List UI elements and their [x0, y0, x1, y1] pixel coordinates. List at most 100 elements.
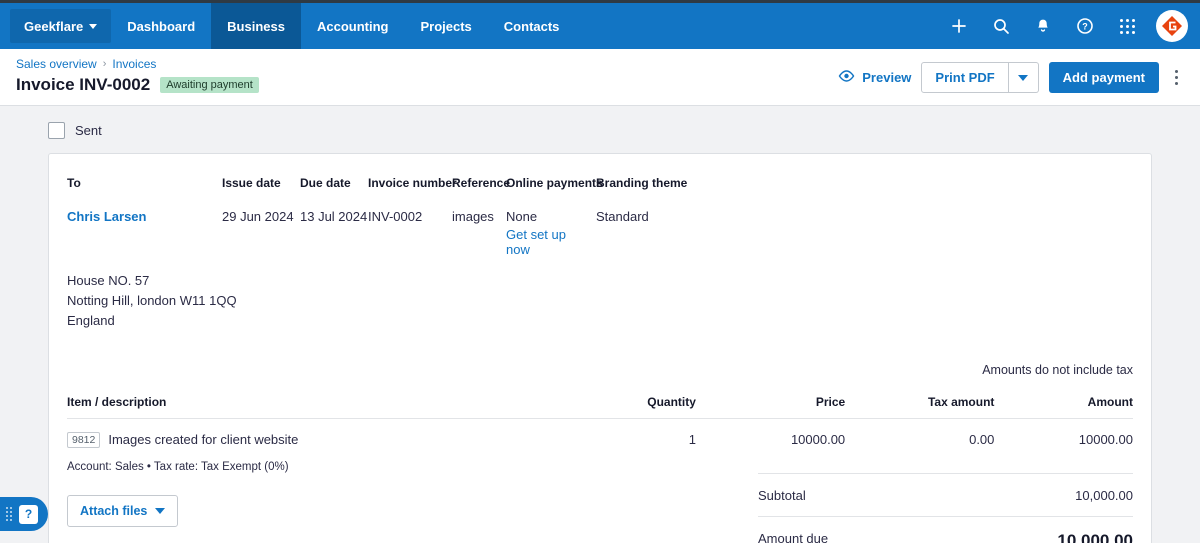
svg-text:?: ? [1082, 22, 1088, 32]
tax-note: Amounts do not include tax [982, 363, 1133, 378]
column-header-amount: Amount [994, 395, 1133, 420]
get-set-up-now-link[interactable]: Get set up now [506, 227, 582, 257]
subtotal-value: 10,000.00 [1075, 488, 1133, 504]
meta-invoice-number: Invoice number INV-0002 [368, 176, 457, 257]
line-items-table: Item / description Quantity Price Tax am… [67, 395, 1133, 473]
attach-files-area: Attach files [67, 473, 758, 543]
meta-head-online-payments: Online payments [506, 176, 603, 190]
customer-address: House NO. 57 Notting Hill, london W11 1Q… [67, 271, 1133, 331]
sent-checkbox[interactable] [48, 122, 65, 139]
item-account-tax-info: Account: Sales • Tax rate: Tax Exempt (0… [67, 461, 289, 474]
status-badge: Awaiting payment [160, 77, 259, 93]
sent-status-row: Sent [48, 106, 1152, 153]
nav-item-contacts[interactable]: Contacts [488, 3, 576, 49]
help-chat-icon: ? [19, 504, 38, 524]
table-header-row: Item / description Quantity Price Tax am… [67, 395, 1133, 420]
preview-label: Preview [862, 70, 912, 85]
table-row-sub: Account: Sales • Tax rate: Tax Exempt (0… [67, 448, 1133, 473]
chevron-down-icon [1018, 74, 1029, 81]
meta-head-to: To [67, 176, 81, 190]
preview-button[interactable]: Preview [838, 70, 911, 85]
due-date-value: 13 Jul 2024 [300, 209, 368, 224]
attach-files-label: Attach files [80, 504, 148, 519]
nav-label: Accounting [316, 18, 389, 34]
meta-head-invoice-number: Invoice number [368, 176, 457, 190]
customer-name-link[interactable]: Chris Larsen [67, 209, 208, 224]
drag-handle-icon[interactable] [6, 507, 12, 521]
invoice-meta: To Chris Larsen Issue date 29 Jun 2024 D… [67, 176, 1133, 257]
nav-label: Projects [420, 18, 472, 34]
meta-branding-theme: Branding theme Standard [596, 176, 701, 257]
item-quantity-cell: 1 [688, 432, 696, 448]
amount-due-row: Amount due 10,000.00 [758, 516, 1133, 543]
column-header-quantity: Quantity [557, 395, 696, 420]
breadcrumb-item-invoices[interactable]: Invoices [112, 57, 156, 71]
issue-date-value: 29 Jun 2024 [222, 209, 294, 224]
amount-due-label: Amount due [758, 531, 829, 543]
attach-files-button[interactable]: Attach files [67, 495, 179, 528]
notifications-bell-icon[interactable] [1024, 7, 1062, 45]
column-header-item: Item / description [67, 395, 558, 420]
item-price-cell: 10000.00 [790, 432, 846, 448]
subtotal-label: Subtotal [758, 488, 806, 504]
print-pdf-split-button: Print PDF [921, 62, 1039, 93]
subtotal-row: Subtotal 10,000.00 [758, 473, 1133, 516]
page-header: Sales overview › Invoices Invoice INV-00… [0, 49, 1200, 106]
online-payments-value: None [506, 209, 538, 224]
nav-item-business[interactable]: Business [211, 3, 301, 49]
invoice-card: To Chris Larsen Issue date 29 Jun 2024 D… [48, 153, 1152, 543]
page-content: Sent To Chris Larsen Issue date 29 Jun 2… [0, 106, 1200, 543]
branding-theme-value: Standard [596, 209, 649, 224]
meta-reference: Reference images [452, 176, 511, 257]
item-code-badge: 9812 [67, 432, 101, 449]
more-options-icon[interactable] [1169, 66, 1184, 89]
column-header-tax-amount: Tax amount [845, 395, 995, 420]
org-switcher-button[interactable]: Geekflare [10, 9, 112, 43]
print-pdf-dropdown-toggle[interactable] [1008, 62, 1039, 93]
breadcrumb-separator-icon: › [102, 58, 107, 70]
org-name-label: Geekflare [24, 18, 84, 34]
meta-issue-date: Issue date 29 Jun 2024 [222, 176, 300, 257]
nav-left-group: Geekflare Dashboard Business Accounting … [0, 3, 575, 49]
chevron-down-icon [155, 508, 166, 515]
meta-to: To Chris Larsen [67, 176, 222, 257]
geekflare-logo[interactable] [1156, 10, 1188, 42]
meta-due-date: Due date 13 Jul 2024 [300, 176, 368, 257]
nav-label: Business [227, 18, 285, 34]
breadcrumb-item-sales-overview[interactable]: Sales overview [16, 57, 97, 71]
totals-section: Attach files Subtotal 10,000.00 Amount d… [67, 473, 1133, 543]
eye-icon [838, 70, 855, 85]
item-amount-cell: 10000.00 [1078, 432, 1133, 448]
meta-head-reference: Reference [452, 176, 511, 190]
plus-icon[interactable] [940, 7, 978, 45]
nav-right-group: ? [940, 3, 1200, 49]
help-widget[interactable]: ? [0, 497, 48, 531]
nav-item-projects[interactable]: Projects [404, 3, 487, 49]
header-actions: Preview Print PDF Add payment [838, 62, 1184, 95]
print-pdf-button[interactable]: Print PDF [921, 62, 1009, 93]
search-icon[interactable] [982, 7, 1020, 45]
address-line-2: Notting Hill, london W11 1QQ [67, 293, 237, 309]
amount-due-value: 10,000.00 [1057, 531, 1133, 543]
help-icon[interactable]: ? [1066, 7, 1104, 45]
table-row[interactable]: 9812 Images created for client website 1 … [67, 419, 1133, 449]
meta-head-issue-date: Issue date [222, 176, 281, 190]
title-row: Invoice INV-0002 Awaiting payment [16, 75, 259, 95]
breadcrumb: Sales overview › Invoices [16, 57, 259, 71]
apps-grid-icon[interactable] [1108, 7, 1146, 45]
page-title: Invoice INV-0002 [16, 75, 151, 94]
totals-table: Subtotal 10,000.00 Amount due 10,000.00 [758, 473, 1133, 543]
meta-online-payments: Online payments None Get set up now [506, 176, 603, 257]
meta-head-due-date: Due date [300, 176, 351, 190]
nav-item-dashboard[interactable]: Dashboard [111, 3, 211, 49]
header-title-group: Sales overview › Invoices Invoice INV-00… [16, 57, 259, 95]
add-payment-button[interactable]: Add payment [1048, 62, 1159, 93]
chevron-down-icon [89, 23, 98, 29]
address-line-3: England [67, 313, 115, 329]
invoice-number-value: INV-0002 [368, 209, 423, 224]
item-description-cell: 9812 Images created for client website [67, 419, 557, 449]
nav-item-accounting[interactable]: Accounting [301, 3, 405, 49]
top-navigation-bar: Geekflare Dashboard Business Accounting … [0, 0, 1200, 49]
meta-head-branding-theme: Branding theme [596, 176, 688, 190]
item-description: Images created for client website [108, 432, 299, 448]
